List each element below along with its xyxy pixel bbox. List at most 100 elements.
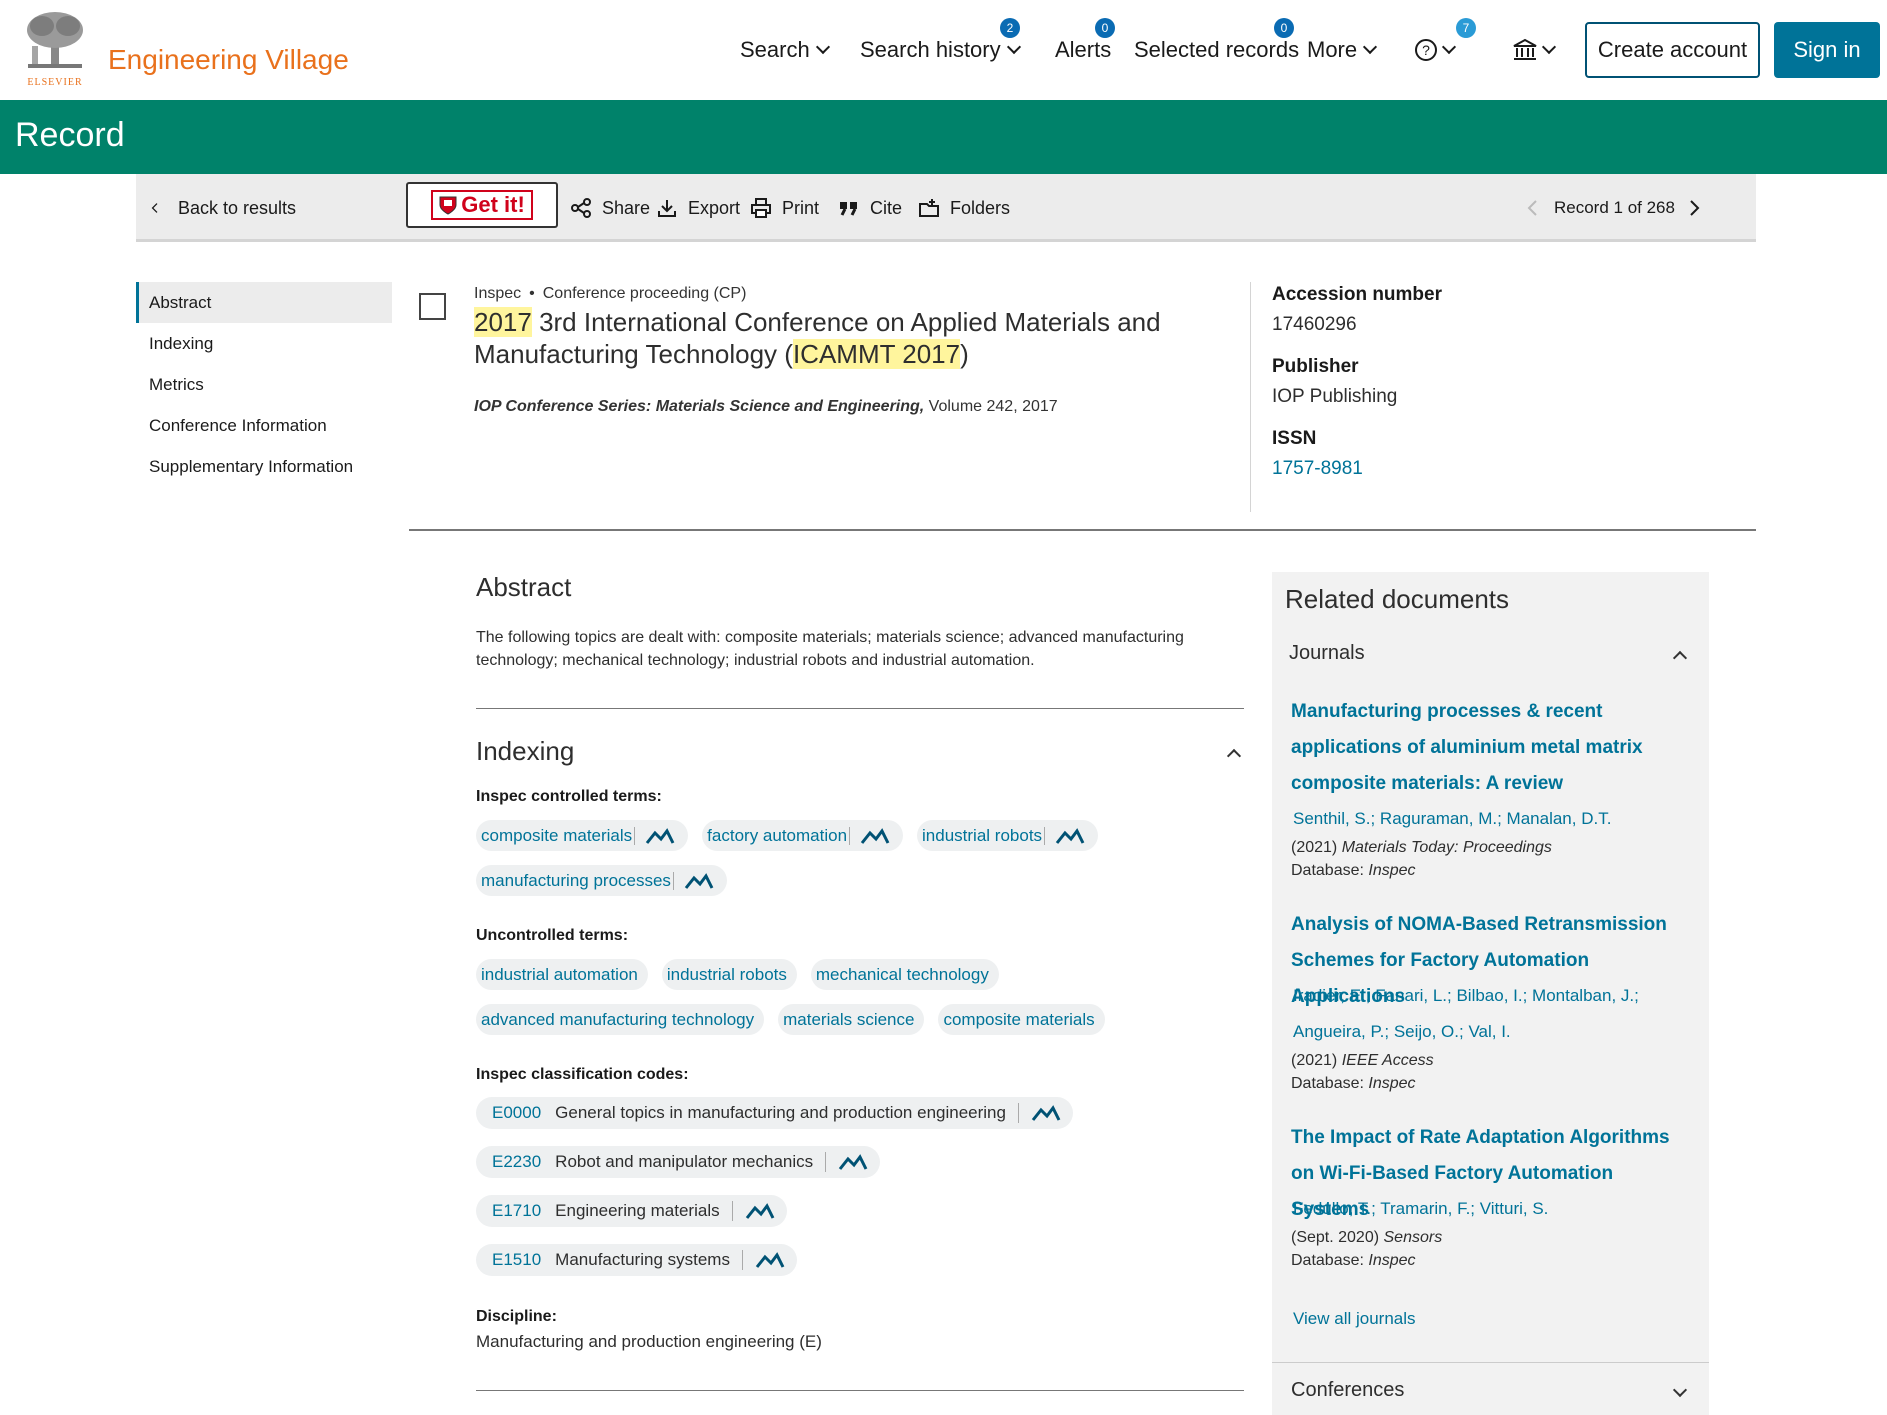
get-it-button[interactable]: Get it! xyxy=(406,182,558,228)
related-doc-authors[interactable]: Fedullo, T.; Tramarin, F.; Vitturi, S. xyxy=(1293,1191,1693,1227)
trend-icon[interactable] xyxy=(838,1153,868,1171)
controlled-term-chip[interactable]: composite materials xyxy=(476,820,689,851)
chevron-left-icon[interactable] xyxy=(1526,197,1540,219)
section-nav-indexing[interactable]: Indexing xyxy=(136,323,392,364)
print-label: Print xyxy=(782,197,820,218)
database-value: Inspec xyxy=(1368,1252,1416,1269)
conferences-section-toggle[interactable]: Conferences xyxy=(1272,1362,1709,1415)
title-end-text: ) xyxy=(960,339,969,369)
print-button[interactable]: Print xyxy=(750,174,819,242)
cite-button[interactable]: Cite xyxy=(838,174,902,242)
series-info: IOP Conference Series: Materials Science… xyxy=(474,398,1058,416)
database-label: Database: xyxy=(1291,1252,1369,1269)
uncontrolled-term-chip[interactable]: composite materials xyxy=(938,1004,1105,1035)
section-nav-metrics[interactable]: Metrics xyxy=(136,364,392,405)
trend-icon[interactable] xyxy=(755,1251,785,1269)
trend-icon[interactable] xyxy=(745,1202,775,1220)
controlled-term-chip[interactable]: manufacturing processes xyxy=(476,865,727,896)
bullet-separator: • xyxy=(529,285,535,302)
select-record-checkbox[interactable] xyxy=(419,293,446,320)
uncontrolled-term-chip[interactable]: industrial robots xyxy=(661,959,797,990)
controlled-term-chip[interactable]: industrial robots xyxy=(917,820,1099,851)
uncontrolled-terms-label: Uncontrolled terms: xyxy=(476,927,629,944)
trend-icon[interactable] xyxy=(1031,1104,1061,1122)
classification-desc: Manufacturing systems xyxy=(555,1250,730,1269)
related-doc-authors[interactable]: Senthil, S.; Raguraman, M.; Manalan, D.T… xyxy=(1293,801,1693,837)
help-icon: ? xyxy=(1415,39,1437,61)
section-nav-abstract[interactable]: Abstract xyxy=(136,282,392,323)
issn-label: ISSN xyxy=(1272,428,1317,449)
nav-selected-records[interactable]: Selected records 0 xyxy=(1134,18,1299,70)
related-doc-source: (Sept. 2020) Sensors Database: Inspec xyxy=(1291,1226,1691,1272)
conferences-label: Conferences xyxy=(1291,1379,1405,1401)
classification-code-chip[interactable]: E0000 General topics in manufacturing an… xyxy=(476,1097,1073,1129)
trend-icon[interactable] xyxy=(645,827,675,845)
export-button[interactable]: Export xyxy=(656,174,740,242)
related-documents-panel: Related documents Journals Manufacturing… xyxy=(1272,572,1709,1415)
selected-records-badge: 0 xyxy=(1274,18,1294,38)
nav-help[interactable]: ? 7 xyxy=(1414,18,1476,70)
share-button[interactable]: Share xyxy=(570,174,650,242)
related-doc-authors[interactable]: Iradier, E.; Fanari, L.; Bilbao, I.; Mon… xyxy=(1293,978,1653,1050)
nav-more[interactable]: More xyxy=(1307,30,1378,70)
classification-code[interactable]: E2230 xyxy=(492,1152,541,1172)
issn-link[interactable]: 1757-8981 xyxy=(1272,458,1550,480)
uncontrolled-term-chip[interactable]: advanced manufacturing technology xyxy=(476,1004,765,1035)
classification-code[interactable]: E0000 xyxy=(492,1103,541,1123)
source-year: (2021) xyxy=(1291,839,1342,856)
create-account-button[interactable]: Create account xyxy=(1585,22,1760,78)
trend-icon[interactable] xyxy=(860,827,890,845)
journals-label: Journals xyxy=(1289,642,1365,664)
nav-alerts[interactable]: Alerts 0 xyxy=(1055,18,1115,70)
collapse-journals-icon[interactable] xyxy=(1672,650,1688,666)
back-to-results-link[interactable]: Back to results xyxy=(150,174,296,242)
nav-search[interactable]: Search xyxy=(740,30,830,70)
get-it-label: Get it! xyxy=(461,192,525,217)
trend-icon[interactable] xyxy=(684,872,714,890)
uncontrolled-term-chip[interactable]: materials science xyxy=(778,1004,925,1035)
classification-code-chip[interactable]: E1710 Engineering materials xyxy=(476,1195,787,1227)
chevron-down-icon xyxy=(1541,39,1557,55)
section-nav-conference-information[interactable]: Conference Information xyxy=(136,405,392,446)
export-label: Export xyxy=(688,197,741,218)
controlled-term-chip[interactable]: factory automation xyxy=(702,820,904,851)
classification-code-chip[interactable]: E1510 Manufacturing systems xyxy=(476,1244,797,1276)
classification-code[interactable]: E1710 xyxy=(492,1201,541,1221)
indexing-heading: Indexing xyxy=(476,736,575,766)
chevron-right-icon[interactable] xyxy=(1687,197,1701,219)
controlled-terms-label: Inspec controlled terms: xyxy=(476,788,662,805)
uncontrolled-term-chip[interactable]: industrial automation xyxy=(476,959,648,990)
trend-icon[interactable] xyxy=(1055,827,1085,845)
source-year: (Sept. 2020) xyxy=(1291,1229,1384,1246)
view-all-journals-link[interactable]: View all journals xyxy=(1293,1309,1416,1329)
expand-conferences-icon[interactable] xyxy=(1672,1382,1688,1398)
collapse-indexing-icon[interactable] xyxy=(1226,748,1242,764)
chevron-down-icon xyxy=(1441,39,1457,55)
classification-code[interactable]: E1510 xyxy=(492,1250,541,1270)
uncontrolled-term-chip[interactable]: mechanical technology xyxy=(810,959,999,990)
source-name: Materials Today: Proceedings xyxy=(1341,839,1552,856)
classification-desc: Robot and manipulator mechanics xyxy=(555,1152,814,1171)
sign-in-button[interactable]: Sign in xyxy=(1774,22,1880,78)
nav-institution[interactable] xyxy=(1512,30,1557,70)
folders-label: Folders xyxy=(950,197,1011,218)
alerts-badge: 0 xyxy=(1095,18,1115,38)
back-to-results-label: Back to results xyxy=(178,197,297,218)
related-doc-source: (2021) Materials Today: Proceedings Data… xyxy=(1291,836,1691,882)
journals-section-toggle[interactable]: Journals xyxy=(1289,642,1365,665)
folders-button[interactable]: Folders xyxy=(918,174,1010,242)
section-divider xyxy=(409,529,1756,531)
database-name: Inspec xyxy=(474,285,522,302)
uncontrolled-terms-list: industrial automation industrial robots … xyxy=(476,959,1236,1049)
share-icon xyxy=(571,198,591,218)
nav-search-history[interactable]: Search history 2 xyxy=(860,18,1021,70)
section-nav-supplementary-information[interactable]: Supplementary Information xyxy=(136,446,392,487)
title-highlight-year: 2017 xyxy=(474,307,532,337)
record-title: 2017 3rd International Conference on App… xyxy=(474,306,1234,370)
term-label: composite materials xyxy=(481,825,633,845)
print-icon xyxy=(751,198,771,218)
related-doc-title-link[interactable]: Manufacturing processes & recent applica… xyxy=(1291,694,1691,802)
download-icon xyxy=(658,200,676,217)
classification-code-chip[interactable]: E2230 Robot and manipulator mechanics xyxy=(476,1146,881,1178)
source-name: Sensors xyxy=(1383,1229,1443,1246)
